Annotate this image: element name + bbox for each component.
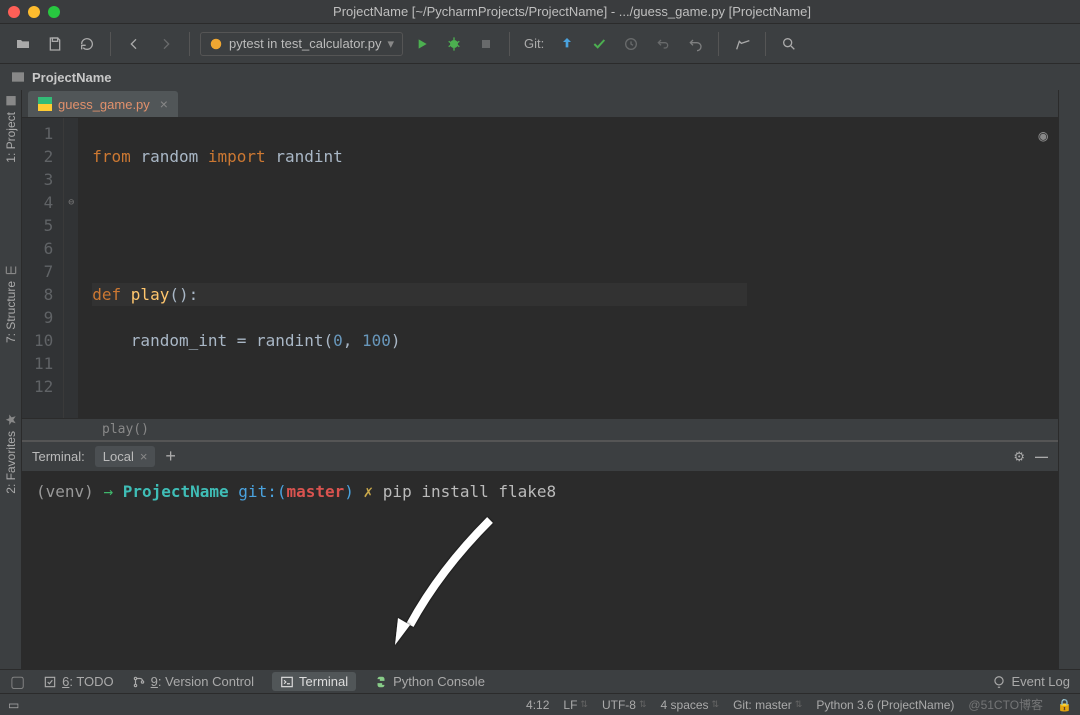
tab-version-control[interactable]: 9: Version Control [132, 674, 254, 689]
terminal-tool-window: Terminal: Local× + ⚙ — (venv) → ProjectN… [22, 440, 1058, 669]
window-titlebar: ProjectName [~/PycharmProjects/ProjectNa… [0, 0, 1080, 24]
fold-gutter: ⊖ [64, 118, 78, 418]
forward-icon[interactable] [153, 31, 179, 57]
settings-icon[interactable] [729, 31, 755, 57]
status-line-sep[interactable]: LF⇅ [563, 698, 588, 712]
code-editor[interactable]: 123 456 789 101112 ⊖ from random import … [22, 118, 1058, 418]
search-icon[interactable] [776, 31, 802, 57]
tab-todo[interactable]: 6: TODO [43, 674, 114, 689]
python-file-icon [38, 97, 52, 111]
code-content[interactable]: from random import randint def play(): r… [78, 118, 747, 418]
terminal-body[interactable]: (venv) → ProjectName git:(master) ✗ pip … [22, 472, 1058, 669]
close-window-icon[interactable] [8, 6, 20, 18]
open-icon[interactable] [10, 31, 36, 57]
inspections-eye-icon[interactable]: ◉ [1038, 124, 1048, 147]
close-tab-icon[interactable]: × [160, 96, 168, 112]
tab-event-log[interactable]: Event Log [992, 674, 1070, 689]
vcs-history-icon[interactable] [618, 31, 644, 57]
terminal-command: pip install flake8 [383, 482, 556, 501]
file-tab-guess-game[interactable]: guess_game.py × [28, 91, 178, 117]
status-bar: ▭ 4:12 LF⇅ UTF-8⇅ 4 spaces⇅ Git: master⇅… [0, 693, 1080, 715]
terminal-title: Terminal: [32, 449, 85, 464]
new-terminal-icon[interactable]: + [165, 446, 176, 467]
undo-icon[interactable] [682, 31, 708, 57]
left-tool-stripe: 1: Project 7: Structure 2: Favorites [0, 90, 22, 669]
back-icon[interactable] [121, 31, 147, 57]
vcs-commit-icon[interactable] [586, 31, 612, 57]
zoom-window-icon[interactable] [48, 6, 60, 18]
status-quicklist-icon[interactable]: ▭ [8, 698, 19, 712]
minimize-window-icon[interactable] [28, 6, 40, 18]
tool-favorites[interactable]: 2: Favorites [4, 413, 18, 494]
run-config-label: pytest in test_calculator.py [229, 36, 381, 51]
status-git-branch[interactable]: Git: master⇅ [733, 698, 802, 712]
tool-project[interactable]: 1: Project [4, 94, 18, 163]
debug-icon[interactable] [441, 31, 467, 57]
breadcrumb-project: ProjectName [32, 70, 111, 85]
hide-terminal-icon[interactable]: — [1035, 449, 1048, 464]
watermark: @51CTO博客 [968, 696, 1043, 713]
status-interpreter[interactable]: Python 3.6 (ProjectName) [816, 698, 954, 712]
vcs-revert-icon[interactable] [650, 31, 676, 57]
status-lock-icon[interactable]: 🔒 [1057, 698, 1072, 712]
status-caret-pos[interactable]: 4:12 [526, 698, 549, 712]
git-label: Git: [524, 36, 544, 51]
refresh-icon[interactable] [74, 31, 100, 57]
navigation-bar[interactable]: ProjectName [0, 64, 1080, 90]
close-terminal-tab-icon[interactable]: × [140, 449, 148, 464]
save-icon[interactable] [42, 31, 68, 57]
status-indent[interactable]: 4 spaces⇅ [661, 698, 720, 712]
stop-icon[interactable] [473, 31, 499, 57]
run-icon[interactable] [409, 31, 435, 57]
right-tool-stripe [1058, 90, 1080, 669]
tool-structure[interactable]: 7: Structure [4, 263, 18, 343]
status-encoding[interactable]: UTF-8⇅ [602, 698, 647, 712]
terminal-header: Terminal: Local× + ⚙ — [22, 442, 1058, 472]
editor-breadcrumb[interactable]: play() [22, 418, 1058, 440]
main-toolbar: pytest in test_calculator.py ▾ Git: [0, 24, 1080, 64]
window-title: ProjectName [~/PycharmProjects/ProjectNa… [72, 4, 1072, 19]
terminal-settings-icon[interactable]: ⚙ [1013, 449, 1025, 465]
terminal-session-tab[interactable]: Local× [95, 446, 156, 467]
file-tab-label: guess_game.py [58, 97, 150, 112]
run-configuration-dropdown[interactable]: pytest in test_calculator.py ▾ [200, 32, 403, 56]
traffic-lights [8, 6, 60, 18]
toggle-toolwindows-icon[interactable]: ▢ [10, 672, 25, 692]
tab-terminal[interactable]: Terminal [272, 672, 356, 691]
vcs-update-icon[interactable] [554, 31, 580, 57]
editor-tabs: guess_game.py × [22, 90, 1058, 118]
tab-python-console[interactable]: Python Console [374, 674, 485, 689]
chevron-down-icon: ▾ [387, 36, 394, 52]
line-number-gutter: 123 456 789 101112 [22, 118, 64, 418]
bottom-tool-tabs: ▢ 6: TODO 9: Version Control Terminal Py… [0, 669, 1080, 693]
